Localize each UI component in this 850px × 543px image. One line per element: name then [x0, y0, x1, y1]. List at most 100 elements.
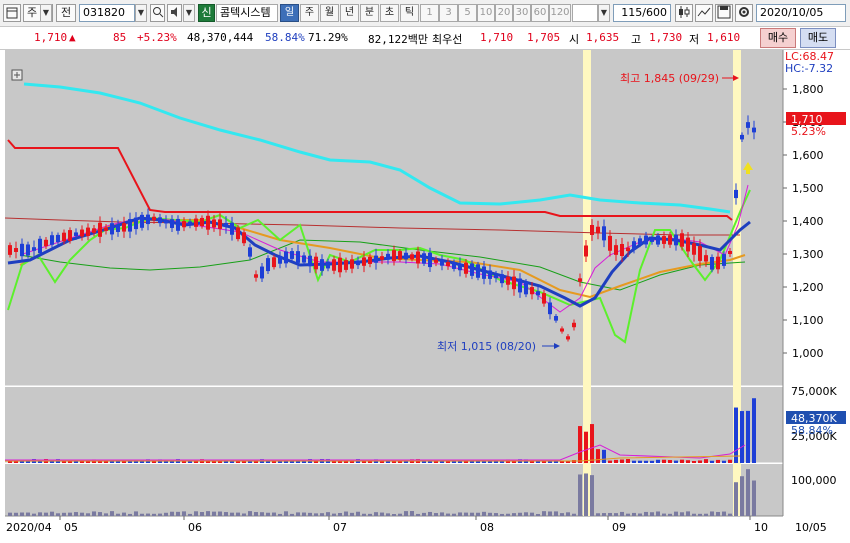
- volume-lower-bar: [560, 513, 564, 516]
- period-day-tab[interactable]: 일: [280, 4, 299, 22]
- save-icon[interactable]: [715, 4, 733, 22]
- date-tick-label: 2020/04: [6, 521, 52, 534]
- volume-lower-bar: [422, 512, 426, 516]
- interval-5-button[interactable]: 5: [458, 4, 477, 22]
- candle-body: [716, 256, 720, 270]
- volume-panel[interactable]: [5, 387, 783, 463]
- volume-lower-bar: [122, 512, 126, 516]
- volume-lower-bar: [488, 512, 492, 516]
- volume-lower-bar: [572, 513, 576, 516]
- speaker-icon[interactable]: [167, 4, 182, 22]
- candle-body: [62, 232, 66, 242]
- candle-body: [338, 257, 342, 273]
- volume-lower-bar: [398, 513, 402, 516]
- candle-body: [134, 217, 138, 230]
- stock-chart[interactable]: 최고 1,845 (09/29) 최저 1,015 (08/20) LC:68.…: [0, 50, 850, 543]
- volume-bar: [722, 460, 726, 463]
- volume-bar: [584, 431, 588, 463]
- volume-lower-bar: [32, 513, 36, 516]
- speaker-dropdown-icon[interactable]: ▼: [183, 4, 195, 22]
- period-week-tab[interactable]: 주: [300, 4, 319, 22]
- price-change-pct: +5.23%: [137, 31, 177, 44]
- interval-120-button[interactable]: 120: [549, 4, 571, 22]
- interval-60-button[interactable]: 60: [531, 4, 549, 22]
- all-button[interactable]: 전: [56, 4, 76, 22]
- stock-code-dropdown-icon[interactable]: ▼: [135, 4, 147, 22]
- interval-dropdown-icon[interactable]: ▼: [598, 4, 610, 22]
- volume-bar: [692, 460, 696, 463]
- candle-body: [608, 235, 612, 251]
- price-tick-label: 1,600: [792, 149, 824, 162]
- price-panel[interactable]: [5, 50, 783, 386]
- volume-lower-bar: [296, 512, 300, 516]
- candle-body: [752, 127, 756, 133]
- volume-lower-tick: 100,000: [791, 474, 837, 487]
- stock-code-input[interactable]: 031820: [79, 4, 135, 22]
- candle-body: [284, 251, 288, 264]
- volume-lower-bar: [170, 511, 174, 516]
- volume-lower-panel[interactable]: [5, 464, 783, 516]
- volume-lower-bar: [350, 512, 354, 516]
- low-price: 1,610: [707, 31, 741, 44]
- interval-3-button[interactable]: 3: [439, 4, 458, 22]
- candle-body: [572, 322, 576, 328]
- candle-body: [218, 219, 222, 229]
- volume-lower-bar: [446, 513, 450, 516]
- volume-lower-bar: [512, 513, 516, 516]
- buy-button[interactable]: 매수: [760, 28, 796, 48]
- candle-body: [644, 235, 648, 245]
- volume-lower-bar: [482, 511, 486, 516]
- volume-bar: [752, 398, 756, 463]
- period-month-tab[interactable]: 월: [320, 4, 339, 22]
- volume-bar: [710, 460, 714, 463]
- candle-body: [560, 328, 564, 332]
- candle-body: [272, 257, 276, 268]
- candle-body: [410, 254, 414, 260]
- candle-body: [146, 214, 150, 225]
- volume-lower-bar: [104, 513, 108, 516]
- interval-1-button[interactable]: 1: [420, 4, 439, 22]
- candle-body: [404, 252, 408, 260]
- volume-lower-bar: [470, 512, 474, 516]
- volume-lower-bar: [8, 512, 12, 516]
- interval-30-button[interactable]: 30: [513, 4, 531, 22]
- volume-bar: [602, 449, 606, 463]
- search-icon[interactable]: [150, 4, 165, 22]
- interval-10-button[interactable]: 10: [477, 4, 495, 22]
- candle-body: [200, 217, 204, 227]
- period-minute-tab[interactable]: 분: [360, 4, 379, 22]
- period-year-tab[interactable]: 년: [340, 4, 359, 22]
- period-second-tab[interactable]: 초: [380, 4, 399, 22]
- candle-body: [86, 227, 90, 237]
- sell-button[interactable]: 매도: [800, 28, 836, 48]
- volume-lower-bar: [524, 512, 528, 516]
- candle-body: [140, 214, 144, 228]
- interval-20-button[interactable]: 20: [495, 4, 513, 22]
- candle-body: [386, 253, 390, 260]
- volume-lower-bar: [308, 512, 312, 516]
- candle-body: [710, 257, 714, 270]
- candle-body: [626, 247, 630, 252]
- volume-lower-bar: [344, 511, 348, 516]
- chart-window-icon[interactable]: [3, 4, 21, 22]
- volume-lower-bar: [674, 511, 678, 516]
- candle-body: [578, 278, 582, 282]
- candle-body: [416, 251, 420, 264]
- candle-body: [32, 247, 36, 251]
- gear-icon[interactable]: [735, 4, 753, 22]
- candle-body: [638, 238, 642, 245]
- low-label: 저: [689, 33, 700, 46]
- volume-lower-bar: [176, 511, 180, 516]
- candle-body: [266, 258, 270, 272]
- draw-tool-icon[interactable]: [695, 4, 713, 22]
- market-dropdown-icon[interactable]: ▼: [40, 4, 52, 22]
- volume-lower-bar: [164, 512, 168, 516]
- candle-body: [566, 336, 570, 340]
- custom-interval-input[interactable]: [572, 4, 598, 22]
- volume-bar: [746, 410, 750, 463]
- date-input[interactable]: 2020/10/05: [756, 4, 846, 22]
- candle-body: [506, 276, 510, 285]
- credit-badge: 신: [198, 4, 215, 22]
- candle-type-icon[interactable]: [675, 4, 693, 22]
- period-tick-tab[interactable]: 틱: [400, 4, 419, 22]
